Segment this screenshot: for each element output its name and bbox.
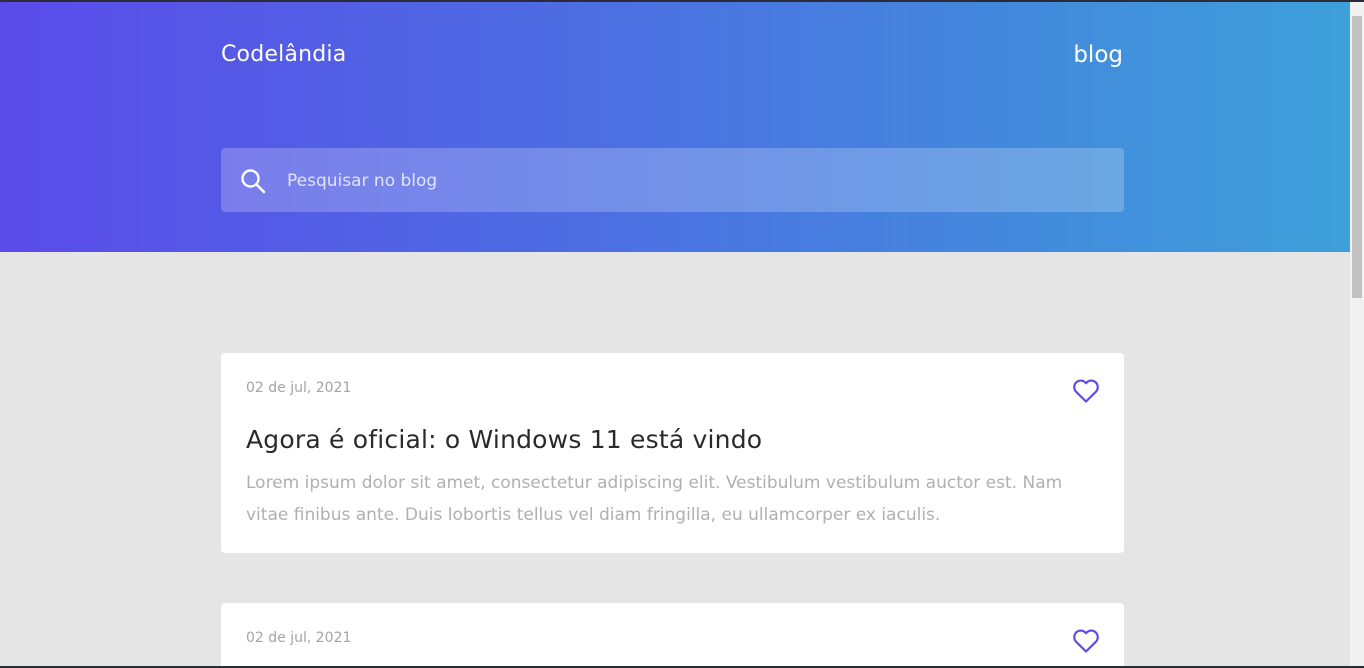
- search-bar[interactable]: [221, 148, 1124, 214]
- heart-icon[interactable]: [1072, 627, 1100, 655]
- brand-logo[interactable]: Codelândia: [221, 42, 346, 67]
- post-title[interactable]: Agora é oficial: o Windows 11 está vindo: [246, 425, 762, 454]
- heart-icon[interactable]: [1072, 377, 1100, 405]
- nav-link-blog[interactable]: blog: [1073, 42, 1123, 68]
- post-card[interactable]: 02 de jul, 2021: [221, 603, 1124, 666]
- scrollbar-thumb[interactable]: [1352, 16, 1362, 298]
- post-card[interactable]: 02 de jul, 2021 Agora é oficial: o Windo…: [221, 353, 1124, 553]
- post-date: 02 de jul, 2021: [246, 380, 352, 396]
- search-icon: [241, 169, 266, 194]
- vertical-scrollbar[interactable]: [1350, 2, 1364, 668]
- hero-header: Codelândia blog: [0, 2, 1350, 252]
- post-excerpt: Lorem ipsum dolor sit amet, consectetur …: [246, 473, 1063, 525]
- search-input[interactable]: [285, 148, 1109, 214]
- post-date: 02 de jul, 2021: [246, 630, 352, 646]
